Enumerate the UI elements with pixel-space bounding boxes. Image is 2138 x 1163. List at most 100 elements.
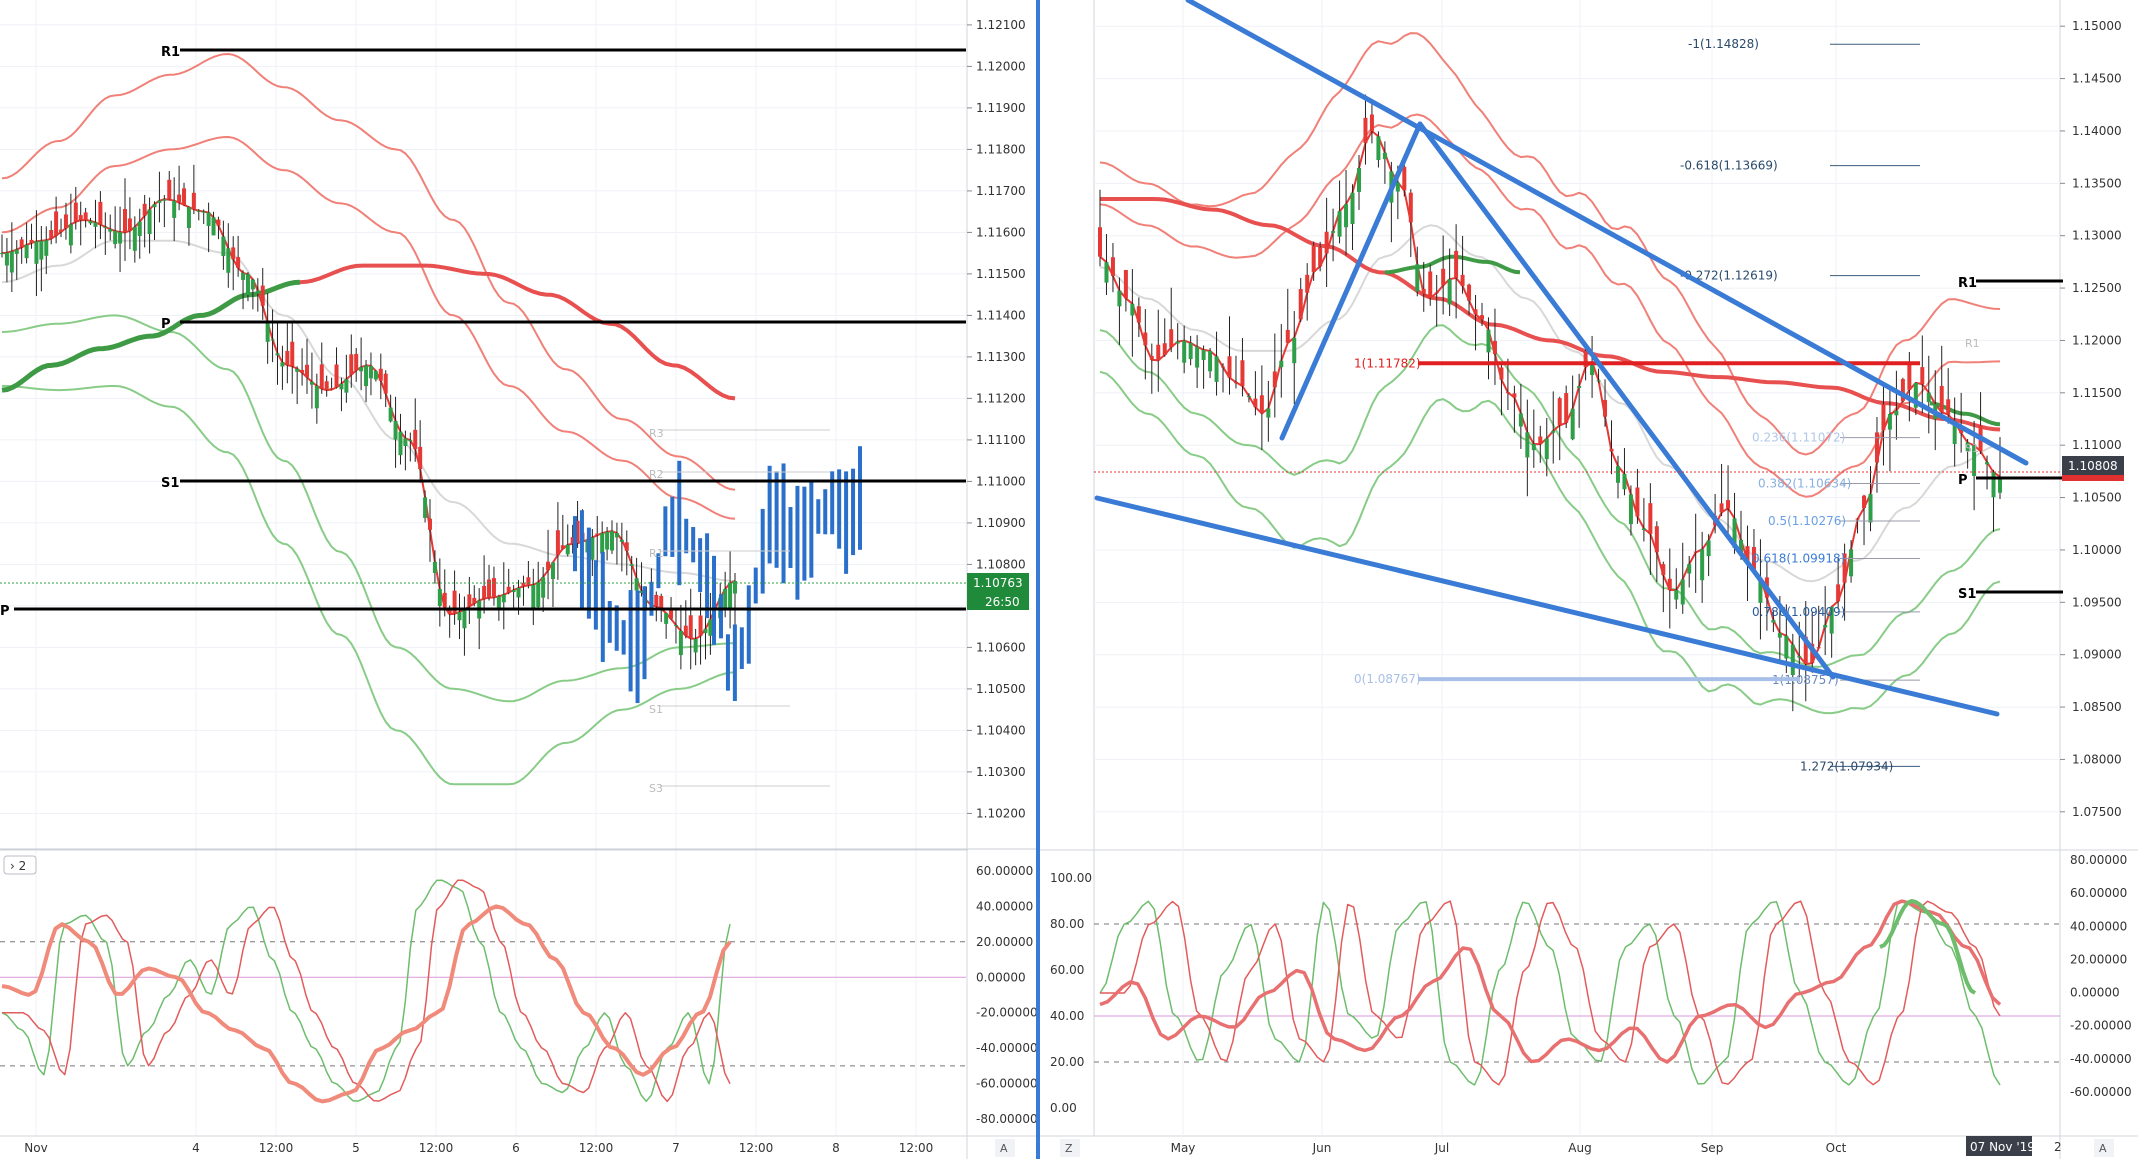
candle bbox=[54, 211, 59, 236]
candle bbox=[1680, 579, 1685, 605]
candle bbox=[1551, 430, 1556, 433]
candle bbox=[29, 239, 34, 243]
candle bbox=[403, 438, 408, 447]
left-axis-auto-button[interactable]: A bbox=[1000, 1142, 1008, 1155]
projection-bar bbox=[844, 471, 849, 574]
candle bbox=[516, 587, 521, 598]
candle bbox=[388, 407, 393, 422]
candle bbox=[698, 615, 703, 636]
candle bbox=[1615, 466, 1620, 483]
right-price-tick: 1.09000 bbox=[2072, 648, 2122, 662]
candle bbox=[255, 290, 260, 294]
left-price-tick: 1.10900 bbox=[976, 516, 1026, 530]
candle bbox=[432, 561, 437, 574]
right-osc-left-tick: 100.00 bbox=[1050, 871, 1092, 885]
right-price-tick: 1.14000 bbox=[2072, 124, 2122, 138]
candle bbox=[565, 544, 570, 555]
projection-bar bbox=[607, 601, 612, 643]
candle bbox=[1201, 349, 1206, 360]
candle bbox=[423, 497, 428, 518]
left-time-tick: 6 bbox=[512, 1141, 520, 1155]
left-price-tick: 1.10500 bbox=[976, 682, 1026, 696]
candle bbox=[1149, 355, 1154, 360]
right-osc-right-tick: -40.00000 bbox=[2070, 1052, 2132, 1066]
left-faint-r3: R3 bbox=[649, 427, 664, 440]
candle bbox=[605, 531, 610, 550]
left-pivot-r1-label: R1 bbox=[161, 45, 180, 60]
right-osc-left-tick: 60.00 bbox=[1050, 963, 1084, 977]
candle bbox=[1557, 398, 1562, 426]
left-faint-r1: R1 bbox=[649, 547, 664, 560]
projection-bar bbox=[586, 527, 591, 619]
right-date-badge: 07 Nov '19 bbox=[1970, 1140, 2035, 1154]
candle bbox=[1408, 192, 1413, 223]
fib-retracement-label: 0.382(1.10634) bbox=[1758, 477, 1851, 491]
candle bbox=[1428, 271, 1433, 298]
candle bbox=[275, 353, 280, 356]
left-pane-tab[interactable]: › 2 bbox=[10, 859, 26, 873]
candle bbox=[14, 249, 19, 254]
left-price-tick: 1.11000 bbox=[976, 474, 1026, 488]
right-price-tick: 1.08000 bbox=[2072, 752, 2122, 766]
right-osc-left-tick: 40.00 bbox=[1050, 1009, 1084, 1023]
left-price-tick: 1.11500 bbox=[976, 267, 1026, 281]
candle bbox=[118, 232, 123, 244]
candle bbox=[678, 631, 683, 656]
projection-bar bbox=[823, 489, 828, 535]
candle bbox=[1098, 227, 1102, 257]
projection-bar bbox=[649, 581, 654, 616]
candle bbox=[1369, 114, 1374, 132]
projection-bar bbox=[642, 586, 647, 680]
right-axis-auto-button[interactable]: A bbox=[2099, 1142, 2107, 1155]
candle bbox=[98, 201, 103, 225]
candle bbox=[1719, 503, 1724, 513]
left-osc-tick: 0.00000 bbox=[976, 970, 1026, 984]
left-time-tick: 4 bbox=[192, 1141, 200, 1155]
candle bbox=[226, 248, 231, 273]
right-osc-left-tick: 0.00 bbox=[1050, 1101, 1077, 1115]
candle bbox=[600, 533, 605, 554]
candle bbox=[1214, 356, 1219, 382]
left-countdown: 26:50 bbox=[985, 595, 1020, 609]
candle bbox=[629, 564, 634, 566]
projection-bar bbox=[725, 634, 730, 691]
left-price-tick: 1.11200 bbox=[976, 391, 1026, 405]
projection-bar bbox=[684, 518, 689, 554]
candle bbox=[1531, 444, 1536, 451]
candle bbox=[1544, 438, 1549, 460]
candle bbox=[270, 339, 275, 341]
candle bbox=[83, 212, 88, 221]
candle bbox=[541, 577, 546, 598]
candle bbox=[39, 240, 44, 260]
candle bbox=[78, 215, 83, 221]
left-price-tick: 1.11100 bbox=[976, 433, 1026, 447]
candle bbox=[1797, 656, 1802, 658]
candle bbox=[1233, 382, 1238, 384]
left-osc-tick: -40.00000 bbox=[976, 1041, 1038, 1055]
right-osc-left-tick: 20.00 bbox=[1050, 1055, 1084, 1069]
projection-bar bbox=[663, 506, 668, 557]
left-osc-tick: 40.00000 bbox=[976, 899, 1033, 913]
left-faint-r2: R2 bbox=[649, 468, 664, 481]
left-osc-tick: -80.00000 bbox=[976, 1112, 1038, 1126]
projection-bar bbox=[718, 594, 723, 639]
candle bbox=[683, 625, 688, 636]
projection-bar bbox=[802, 486, 807, 581]
right-price-tick: 1.15000 bbox=[2072, 19, 2122, 33]
candle bbox=[383, 373, 388, 394]
candle bbox=[378, 368, 383, 381]
candle bbox=[1525, 432, 1530, 458]
candle bbox=[703, 628, 708, 634]
fib-retracement-label: 0.618(1.09918) bbox=[1752, 552, 1845, 566]
candle bbox=[329, 388, 334, 390]
right-axis-zoom-button[interactable]: Z bbox=[1065, 1142, 1073, 1155]
right-price-tick: 1.08500 bbox=[2072, 700, 2122, 714]
candle bbox=[624, 542, 629, 551]
left-time-tick: 5 bbox=[352, 1141, 360, 1155]
candle bbox=[1777, 632, 1782, 638]
candle bbox=[1460, 274, 1465, 286]
candle bbox=[127, 218, 132, 231]
left-osc-tick: 20.00000 bbox=[976, 935, 1033, 949]
projection-bar bbox=[614, 605, 619, 651]
candle bbox=[1687, 564, 1692, 574]
